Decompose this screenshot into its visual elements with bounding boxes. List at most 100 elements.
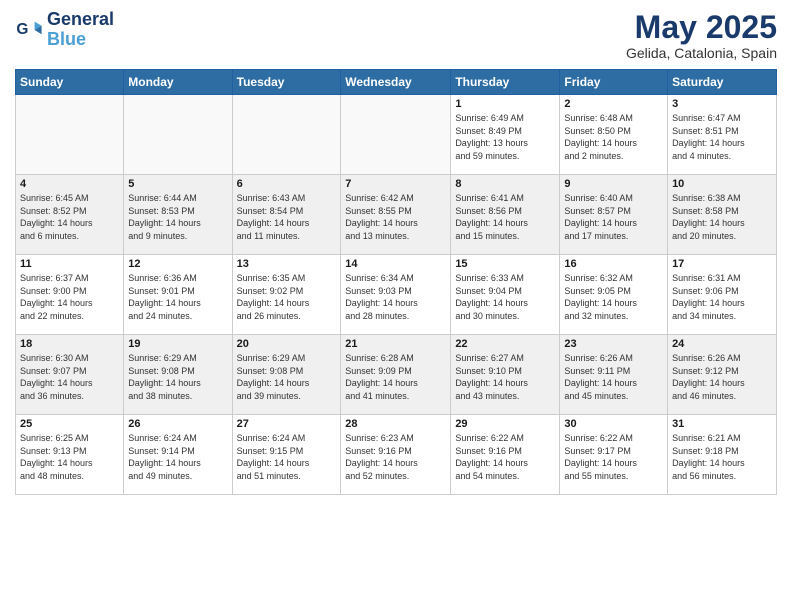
day-number: 6 bbox=[237, 178, 337, 190]
day-info: Sunrise: 6:26 AMSunset: 9:11 PMDaylight:… bbox=[564, 352, 663, 402]
day-info: Sunrise: 6:22 AMSunset: 9:17 PMDaylight:… bbox=[564, 432, 663, 482]
week-row-2: 4Sunrise: 6:45 AMSunset: 8:52 PMDaylight… bbox=[16, 175, 777, 255]
day-number: 9 bbox=[564, 178, 663, 190]
day-number: 26 bbox=[128, 418, 227, 430]
week-row-1: 1 Sunrise: 6:49 AMSunset: 8:49 PMDaylight… bbox=[16, 95, 777, 175]
day-number: 17 bbox=[672, 258, 772, 270]
day-number: 27 bbox=[237, 418, 337, 430]
day-number: 19 bbox=[128, 338, 227, 350]
cell-week3-day0: 11Sunrise: 6:37 AMSunset: 9:00 PMDayligh… bbox=[16, 255, 124, 335]
cell-week2-day4: 8 Sunrise: 6:41 AMSunset: 8:56 PMDaylight… bbox=[451, 175, 560, 255]
cell-week1-day0 bbox=[16, 95, 124, 175]
col-friday: Friday bbox=[560, 70, 668, 95]
cell-week1-day1 bbox=[124, 95, 232, 175]
cell-week5-day4: 29Sunrise: 6:22 AMSunset: 9:16 PMDayligh… bbox=[451, 415, 560, 495]
day-number: 7 bbox=[345, 178, 446, 190]
cell-week5-day1: 26 Sunrise: 6:24 AMSunset: 9:14 PMDayligh… bbox=[124, 415, 232, 495]
cell-week4-day3: 21 Sunrise: 6:28 AMSunset: 9:09 PMDayligh… bbox=[341, 335, 451, 415]
cell-week4-day6: 24Sunrise: 6:26 AMSunset: 9:12 PMDayligh… bbox=[668, 335, 777, 415]
day-info: Sunrise: 6:25 AMSunset: 9:13 PMDaylight:… bbox=[20, 432, 119, 482]
day-number: 8 bbox=[455, 178, 555, 190]
day-number: 1 bbox=[455, 98, 555, 110]
col-sunday: Sunday bbox=[16, 70, 124, 95]
col-monday: Monday bbox=[124, 70, 232, 95]
cell-week2-day6: 10 Sunrise: 6:38 AMSunset: 8:58 PMDayligh… bbox=[668, 175, 777, 255]
cell-week1-day6: 3Sunrise: 6:47 AMSunset: 8:51 PMDaylight… bbox=[668, 95, 777, 175]
header: G GeneralBlue May 2025 Gelida, Catalonia… bbox=[15, 10, 777, 61]
cell-week3-day6: 17 Sunrise: 6:31 AMSunset: 9:06 PMDayligh… bbox=[668, 255, 777, 335]
day-info: Sunrise: 6:23 AMSunset: 9:16 PMDaylight:… bbox=[345, 432, 446, 482]
cell-week2-day5: 9Sunrise: 6:40 AMSunset: 8:57 PMDaylight… bbox=[560, 175, 668, 255]
day-number: 22 bbox=[455, 338, 555, 350]
cell-week5-day2: 27Sunrise: 6:24 AMSunset: 9:15 PMDayligh… bbox=[232, 415, 341, 495]
cell-week1-day3 bbox=[341, 95, 451, 175]
cell-week2-day0: 4Sunrise: 6:45 AMSunset: 8:52 PMDaylight… bbox=[16, 175, 124, 255]
day-info: Sunrise: 6:36 AMSunset: 9:01 PMDaylight:… bbox=[128, 272, 227, 322]
day-number: 15 bbox=[455, 258, 555, 270]
location: Gelida, Catalonia, Spain bbox=[626, 45, 777, 61]
cell-week5-day6: 31 Sunrise: 6:21 AMSunset: 9:18 PMDayligh… bbox=[668, 415, 777, 495]
day-number: 23 bbox=[564, 338, 663, 350]
day-number: 2 bbox=[564, 98, 663, 110]
day-info: Sunrise: 6:28 AMSunset: 9:09 PMDaylight:… bbox=[345, 352, 446, 402]
day-number: 24 bbox=[672, 338, 772, 350]
week-row-3: 11Sunrise: 6:37 AMSunset: 9:00 PMDayligh… bbox=[16, 255, 777, 335]
title-block: May 2025 Gelida, Catalonia, Spain bbox=[626, 10, 777, 61]
month-title: May 2025 bbox=[626, 10, 777, 45]
cell-week3-day2: 13 Sunrise: 6:35 AMSunset: 9:02 PMDayligh… bbox=[232, 255, 341, 335]
day-number: 30 bbox=[564, 418, 663, 430]
cell-week2-day3: 7 Sunrise: 6:42 AMSunset: 8:55 PMDaylight… bbox=[341, 175, 451, 255]
day-number: 5 bbox=[128, 178, 227, 190]
day-info: Sunrise: 6:30 AMSunset: 9:07 PMDaylight:… bbox=[20, 352, 119, 402]
logo-icon: G bbox=[15, 16, 43, 44]
day-info: Sunrise: 6:43 AMSunset: 8:54 PMDaylight:… bbox=[237, 192, 337, 242]
day-info: Sunrise: 6:41 AMSunset: 8:56 PMDaylight:… bbox=[455, 192, 555, 242]
day-number: 31 bbox=[672, 418, 772, 430]
day-info: Sunrise: 6:34 AMSunset: 9:03 PMDaylight:… bbox=[345, 272, 446, 322]
logo: G GeneralBlue bbox=[15, 10, 114, 50]
day-info: Sunrise: 6:32 AMSunset: 9:05 PMDaylight:… bbox=[564, 272, 663, 322]
day-number: 13 bbox=[237, 258, 337, 270]
day-info: Sunrise: 6:29 AMSunset: 9:08 PMDaylight:… bbox=[237, 352, 337, 402]
col-wednesday: Wednesday bbox=[341, 70, 451, 95]
cell-week4-day1: 19Sunrise: 6:29 AMSunset: 9:08 PMDayligh… bbox=[124, 335, 232, 415]
cell-week2-day1: 5 Sunrise: 6:44 AMSunset: 8:53 PMDaylight… bbox=[124, 175, 232, 255]
logo-text-block: GeneralBlue bbox=[47, 10, 114, 50]
col-saturday: Saturday bbox=[668, 70, 777, 95]
calendar-table: Sunday Monday Tuesday Wednesday Thursday… bbox=[15, 69, 777, 495]
day-number: 14 bbox=[345, 258, 446, 270]
day-info: Sunrise: 6:44 AMSunset: 8:53 PMDaylight:… bbox=[128, 192, 227, 242]
day-number: 18 bbox=[20, 338, 119, 350]
day-info: Sunrise: 6:24 AMSunset: 9:14 PMDaylight:… bbox=[128, 432, 227, 482]
day-info: Sunrise: 6:37 AMSunset: 9:00 PMDaylight:… bbox=[20, 272, 119, 322]
cell-week4-day4: 22 Sunrise: 6:27 AMSunset: 9:10 PMDayligh… bbox=[451, 335, 560, 415]
cell-week1-day5: 2 Sunrise: 6:48 AMSunset: 8:50 PMDaylight… bbox=[560, 95, 668, 175]
cell-week3-day1: 12Sunrise: 6:36 AMSunset: 9:01 PMDayligh… bbox=[124, 255, 232, 335]
day-info: Sunrise: 6:38 AMSunset: 8:58 PMDaylight:… bbox=[672, 192, 772, 242]
calendar-header-row: Sunday Monday Tuesday Wednesday Thursday… bbox=[16, 70, 777, 95]
day-info: Sunrise: 6:21 AMSunset: 9:18 PMDaylight:… bbox=[672, 432, 772, 482]
cell-week3-day5: 16 Sunrise: 6:32 AMSunset: 9:05 PMDayligh… bbox=[560, 255, 668, 335]
day-info: Sunrise: 6:42 AMSunset: 8:55 PMDaylight:… bbox=[345, 192, 446, 242]
day-number: 25 bbox=[20, 418, 119, 430]
logo-name: GeneralBlue bbox=[47, 10, 114, 50]
svg-text:G: G bbox=[16, 21, 28, 38]
cell-week1-day4: 1 Sunrise: 6:49 AMSunset: 8:49 PMDaylight… bbox=[451, 95, 560, 175]
page: G GeneralBlue May 2025 Gelida, Catalonia… bbox=[0, 0, 792, 612]
day-number: 4 bbox=[20, 178, 119, 190]
cell-week4-day5: 23 Sunrise: 6:26 AMSunset: 9:11 PMDayligh… bbox=[560, 335, 668, 415]
cell-week3-day3: 14 Sunrise: 6:34 AMSunset: 9:03 PMDayligh… bbox=[341, 255, 451, 335]
day-number: 16 bbox=[564, 258, 663, 270]
day-number: 21 bbox=[345, 338, 446, 350]
day-info: Sunrise: 6:31 AMSunset: 9:06 PMDaylight:… bbox=[672, 272, 772, 322]
col-tuesday: Tuesday bbox=[232, 70, 341, 95]
day-info: Sunrise: 6:27 AMSunset: 9:10 PMDaylight:… bbox=[455, 352, 555, 402]
week-row-5: 25 Sunrise: 6:25 AMSunset: 9:13 PMDayligh… bbox=[16, 415, 777, 495]
day-info: Sunrise: 6:48 AMSunset: 8:50 PMDaylight:… bbox=[564, 112, 663, 162]
day-info: Sunrise: 6:35 AMSunset: 9:02 PMDaylight:… bbox=[237, 272, 337, 322]
day-number: 3 bbox=[672, 98, 772, 110]
day-info: Sunrise: 6:22 AMSunset: 9:16 PMDaylight:… bbox=[455, 432, 555, 482]
day-number: 10 bbox=[672, 178, 772, 190]
day-number: 28 bbox=[345, 418, 446, 430]
day-info: Sunrise: 6:49 AMSunset: 8:49 PMDaylight:… bbox=[455, 112, 555, 162]
